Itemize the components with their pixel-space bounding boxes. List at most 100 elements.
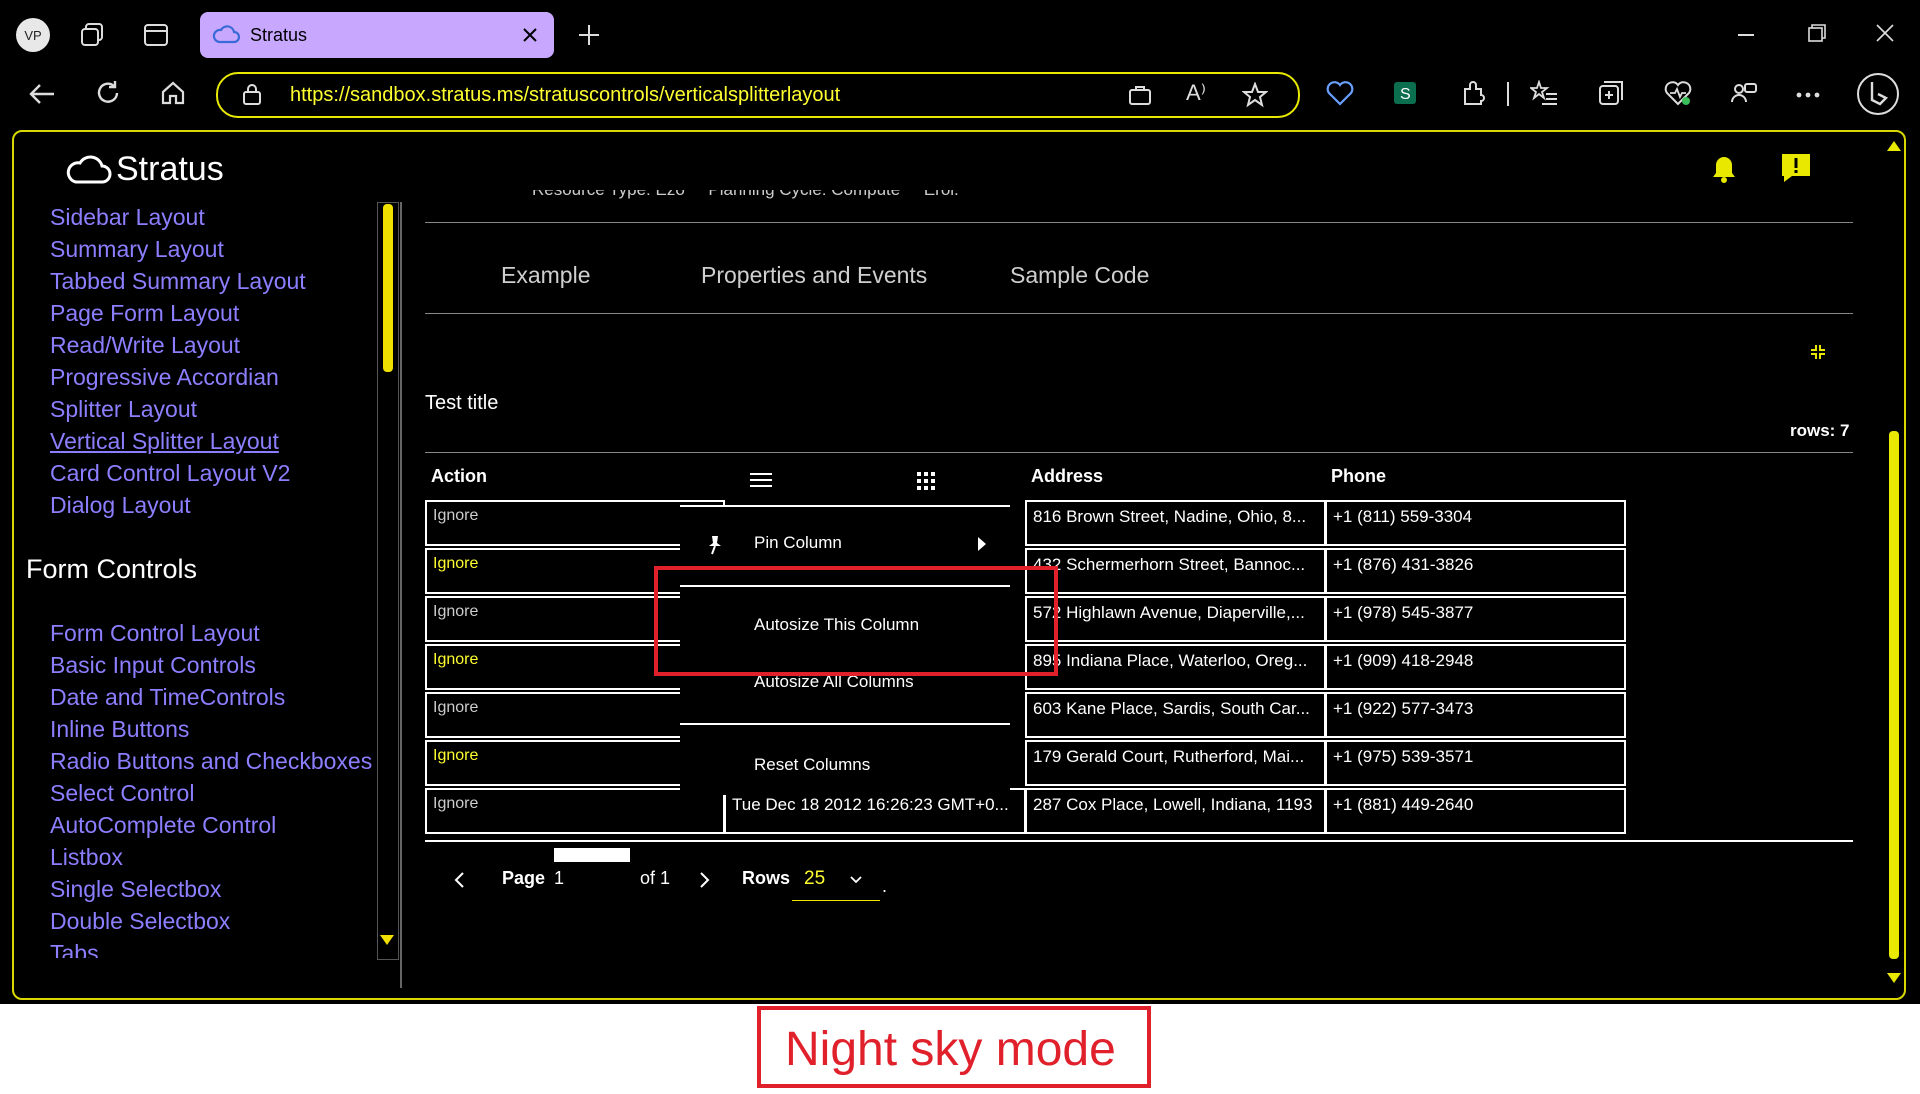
phone-cell: +1 (975) 539-3571 [1325, 740, 1626, 786]
accounts-icon[interactable] [1730, 80, 1758, 106]
shopping-icon[interactable] [1128, 84, 1152, 106]
sidebar-item-page-form-layout[interactable]: Page Form Layout [50, 300, 239, 327]
sidebar-item-radio-buttons-checkboxes[interactable]: Radio Buttons and Checkboxes [50, 748, 372, 775]
browser-tab-stratus[interactable]: Stratus [200, 12, 554, 58]
skype-extension-icon[interactable]: S [1392, 80, 1418, 106]
phone-cell: +1 (876) 431-3826 [1325, 548, 1626, 594]
home-icon[interactable] [160, 80, 186, 106]
minimize-icon[interactable] [1738, 34, 1754, 36]
sidebar-item-read-write-layout[interactable]: Read/Write Layout [50, 332, 240, 359]
sidebar-item-single-selectbox[interactable]: Single Selectbox [50, 876, 221, 903]
sidebar-item-autocomplete-control[interactable]: AutoComplete Control [50, 812, 276, 839]
page-input[interactable]: 1 [554, 868, 564, 889]
restore-icon[interactable] [1808, 24, 1826, 42]
address-cell: 287 Cox Place, Lowell, Indiana, 1193 [1025, 788, 1326, 834]
content-header-clipped: Resource Type: Ezo Planning Cycle: Compu… [422, 190, 1852, 208]
bell-icon[interactable] [1711, 155, 1737, 183]
highlight-box [654, 566, 1058, 676]
column-chooser-icon[interactable] [917, 472, 935, 490]
sidebar-item-card-control-layout-v2[interactable]: Card Control Layout V2 [50, 460, 290, 487]
phone-cell: +1 (881) 449-2640 [1325, 788, 1626, 834]
sidebar-item-splitter-layout[interactable]: Splitter Layout [50, 396, 197, 423]
browser-essentials-icon[interactable] [1326, 80, 1354, 106]
sidebar-nav: Sidebar Layout Summary Layout Tabbed Sum… [0, 202, 376, 958]
tab-example[interactable]: Example [501, 262, 590, 289]
page-input-box[interactable] [554, 848, 630, 862]
page-label: Page [502, 868, 546, 888]
sidebar-item-tabs[interactable]: Tabs [50, 940, 99, 958]
tab-actions-icon[interactable] [143, 22, 169, 48]
close-icon[interactable] [522, 27, 538, 43]
rows-count: rows: 7 [1790, 421, 1850, 440]
logo-text: Stratus [116, 150, 224, 188]
extensions-icon[interactable] [1460, 80, 1486, 106]
refresh-icon[interactable] [95, 80, 121, 106]
sidebar-item-tabbed-summary-layout[interactable]: Tabbed Summary Layout [50, 268, 306, 295]
sidebar-item-sidebar-layout[interactable]: Sidebar Layout [50, 204, 205, 231]
address-cell: 816 Brown Street, Nadine, Ohio, 8... [1025, 500, 1326, 546]
sidebar-scrollbar-thumb[interactable] [383, 204, 393, 372]
favorite-star-icon[interactable] [1242, 82, 1268, 108]
column-header-action[interactable]: Action [431, 466, 487, 487]
scroll-down-arrow-icon[interactable] [380, 935, 394, 945]
column-header-phone[interactable]: Phone [1331, 466, 1386, 487]
column-header-address[interactable]: Address [1031, 466, 1103, 487]
address-cell: 603 Kane Place, Sardis, South Car... [1025, 692, 1326, 738]
back-arrow-icon[interactable] [28, 82, 56, 106]
address-bar[interactable]: https://sandbox.stratus.ms/stratuscontro… [216, 72, 1300, 118]
tab-sample-code[interactable]: Sample Code [1010, 262, 1149, 289]
app-logo[interactable]: Stratus [66, 150, 224, 189]
sidebar-item-inline-buttons[interactable]: Inline Buttons [50, 716, 189, 743]
url-text[interactable]: https://sandbox.stratus.ms/stratuscontro… [290, 84, 840, 107]
prev-page-icon[interactable] [454, 872, 464, 888]
scroll-up-arrow-icon[interactable] [1887, 141, 1901, 151]
svg-text:S: S [1400, 86, 1411, 103]
tabs-divider [425, 313, 1853, 314]
next-page-icon[interactable] [700, 872, 710, 888]
rows-per-page-select[interactable]: 25 [792, 860, 880, 901]
address-cell: 895 Indiana Place, Waterloo, Oreg... [1025, 644, 1326, 690]
lock-icon[interactable] [242, 83, 262, 105]
menu-separator [680, 505, 1010, 507]
sidebar-item-progressive-accordian[interactable]: Progressive Accordian [50, 364, 279, 391]
more-options-icon[interactable] [1796, 92, 1820, 98]
collections-icon[interactable] [1598, 80, 1624, 106]
sidebar-item-listbox[interactable]: Listbox [50, 844, 123, 871]
read-aloud-icon[interactable]: A⁾ [1186, 80, 1206, 106]
menu-item-reset-columns[interactable]: Reset Columns [754, 755, 870, 775]
scroll-bottom-arrow-icon[interactable] [1887, 973, 1901, 983]
workspaces-icon[interactable] [80, 22, 106, 48]
sidebar-item-double-selectbox[interactable]: Double Selectbox [50, 908, 230, 935]
pagination-trailing-dot: . [882, 876, 888, 896]
menu-item-pin-column[interactable]: Pin Column [754, 533, 842, 553]
chevron-down-icon [850, 876, 862, 884]
column-menu-icon[interactable] [750, 472, 772, 488]
caption-text: Night sky mode [785, 1023, 1116, 1076]
sidebar-item-vertical-splitter-layout[interactable]: Vertical Splitter Layout [50, 428, 279, 455]
splitter-divider[interactable] [400, 202, 402, 988]
feedback-icon[interactable] [1780, 152, 1812, 184]
main-scrollbar[interactable] [1886, 135, 1902, 993]
new-tab-icon[interactable] [578, 24, 600, 46]
collapse-icon[interactable] [1810, 344, 1826, 360]
sidebar-item-date-time-controls[interactable]: Date and TimeControls [50, 684, 285, 711]
sidebar-item-dialog-layout[interactable]: Dialog Layout [50, 492, 191, 519]
sidebar-item-form-control-layout[interactable]: Form Control Layout [50, 620, 260, 647]
sidebar-item-select-control[interactable]: Select Control [50, 780, 194, 807]
tab-properties-events[interactable]: Properties and Events [701, 262, 927, 289]
phone-cell: +1 (978) 545-3877 [1325, 596, 1626, 642]
copilot-icon[interactable] [1856, 72, 1900, 116]
window-close-icon[interactable] [1876, 24, 1894, 42]
health-icon[interactable] [1664, 80, 1692, 106]
profile-avatar[interactable]: VP [16, 18, 50, 52]
caption-box: Night sky mode [757, 1006, 1151, 1088]
address-cell: 179 Gerald Court, Rutherford, Mai... [1025, 740, 1326, 786]
main-scrollbar-thumb[interactable] [1889, 431, 1899, 959]
sidebar-item-summary-layout[interactable]: Summary Layout [50, 236, 224, 263]
phone-cell: +1 (909) 418-2948 [1325, 644, 1626, 690]
favorites-list-icon[interactable] [1530, 80, 1558, 106]
phone-cell: +1 (922) 577-3473 [1325, 692, 1626, 738]
sidebar-item-basic-input-controls[interactable]: Basic Input Controls [50, 652, 256, 679]
browser-tab-bar: VP Stratus [0, 0, 1920, 70]
rows-label: Rows [742, 868, 791, 888]
